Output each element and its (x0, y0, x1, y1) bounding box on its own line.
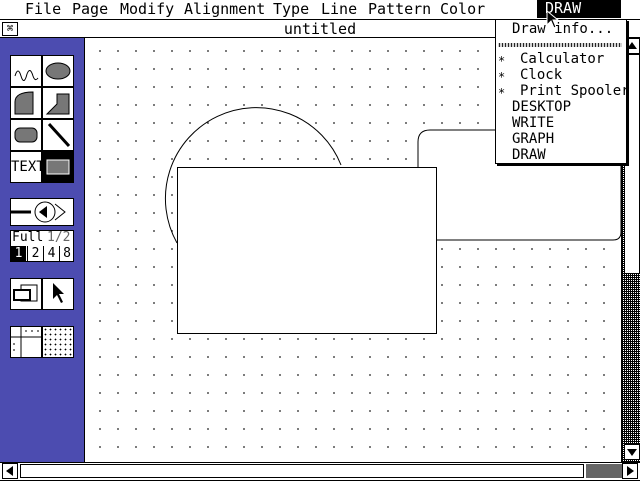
grid-snap-tool[interactable] (42, 326, 74, 358)
zoom-2-button[interactable]: 2 (27, 246, 43, 261)
zoom-8-button[interactable]: 8 (59, 246, 74, 261)
draw-menu-item[interactable]: DRAW (512, 147, 640, 163)
polygon-icon (45, 93, 70, 115)
menu-file[interactable]: File (25, 1, 61, 17)
arrow-right-icon (627, 466, 634, 476)
close-box-icon[interactable]: ⌘ (2, 22, 18, 36)
overlapping-rectangles-icon (13, 284, 38, 302)
rectangle-icon (46, 159, 70, 175)
menu-pattern[interactable]: Pattern (368, 1, 431, 17)
arrow-left-icon (6, 466, 13, 476)
menu-line[interactable]: Line (321, 1, 357, 17)
zoom-selector: Full 1/2 1 2 4 8 (10, 230, 74, 262)
pen-nib-icon (11, 201, 66, 223)
draw-info-menu-item[interactable]: Draw info... (512, 21, 640, 37)
polygon-tool[interactable] (42, 87, 74, 119)
layer-tool[interactable] (10, 278, 42, 310)
rounded-rectangle-icon (14, 127, 38, 143)
write-menu-item[interactable]: WRITE (512, 115, 640, 131)
menu-bar: File Page Modify Alignment Type Line Pat… (0, 0, 640, 20)
menu-page[interactable]: Page (72, 1, 108, 17)
print-spooler-menu-item[interactable]: Print Spooler (520, 83, 640, 99)
rectangle-tool[interactable] (42, 151, 74, 183)
scroll-right-button[interactable] (622, 463, 638, 479)
arrow-down-icon (627, 449, 637, 456)
freehand-icon (14, 70, 39, 81)
menu-type[interactable]: Type (273, 1, 309, 17)
horizontal-scrollbar[interactable] (0, 462, 640, 481)
horizontal-scroll-thumb[interactable] (20, 464, 584, 478)
rectangle-shape[interactable] (177, 167, 437, 334)
desktop-menu-item[interactable]: DESKTOP (512, 99, 640, 115)
calculator-menu-item[interactable]: Calculator (520, 51, 640, 67)
graph-menu-item[interactable]: GRAPH (512, 131, 640, 147)
scroll-down-button[interactable] (624, 444, 640, 460)
filled-ellipse-icon (45, 62, 71, 80)
clock-menu-item[interactable]: Clock (520, 67, 640, 83)
zoom-4-button[interactable]: 4 (43, 246, 59, 261)
diagonal-line-icon (47, 122, 71, 148)
zoom-1-button[interactable]: 1 (11, 246, 26, 261)
print-spooler-mark: * (498, 86, 506, 100)
line-style-selector[interactable] (10, 198, 74, 226)
ruler-tool[interactable] (10, 326, 42, 358)
pointer-tool[interactable] (42, 278, 74, 310)
clock-mark: * (498, 70, 506, 84)
menu-alignment[interactable]: Alignment (184, 1, 265, 17)
scroll-left-button[interactable] (2, 463, 18, 479)
menu-modify[interactable]: Modify (120, 1, 174, 17)
freehand-tool[interactable] (10, 55, 42, 87)
ruler-grid-icon (11, 327, 41, 357)
text-tool[interactable]: TEXT (10, 151, 45, 183)
calculator-mark: * (498, 54, 506, 68)
arrow-pointer-icon (53, 283, 64, 303)
mouse-cursor-icon (546, 10, 560, 29)
line-tool[interactable] (42, 119, 74, 151)
pie-arc-icon (14, 91, 34, 115)
zoom-full-label[interactable]: Full (12, 231, 43, 245)
rounded-rect-tool[interactable] (10, 119, 42, 151)
arc-tool[interactable] (10, 87, 42, 119)
zoom-half-label[interactable]: 1/2 (47, 231, 70, 245)
menu-separator (498, 43, 622, 47)
toolbox: TEXT Full 1/2 1 2 4 8 (0, 38, 85, 462)
menu-color[interactable]: Color (440, 1, 485, 17)
draw-menu-dropdown: Draw info... * Calculator * Clock * Prin… (495, 19, 630, 164)
horizontal-scroll-track[interactable] (586, 464, 622, 478)
ellipse-tool[interactable] (42, 55, 74, 87)
